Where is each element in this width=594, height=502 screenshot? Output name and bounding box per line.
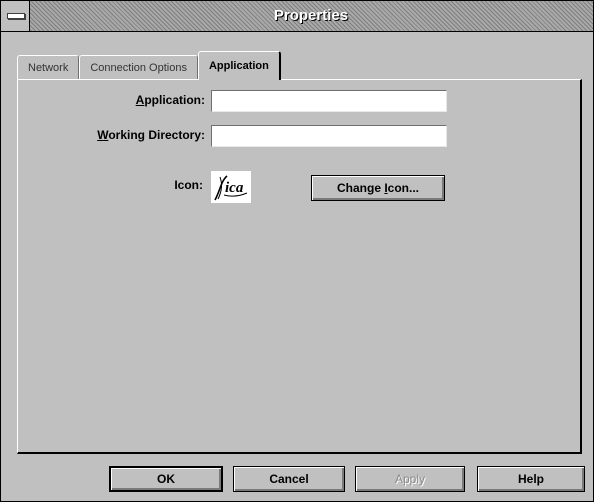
system-menu-button[interactable] [1,1,30,31]
help-button[interactable]: Help [477,466,585,492]
system-menu-icon [7,13,25,19]
title-bar[interactable]: Properties [1,1,593,32]
working-directory-input[interactable] [211,125,447,147]
change-icon-button[interactable]: Change Icon... [311,175,445,201]
window-title: Properties [273,7,349,24]
apply-button[interactable]: Apply [355,466,465,492]
working-directory-label: Working Directory: [97,128,205,142]
icon-label: Icon: [174,178,203,192]
ica-icon-text: ica [225,180,244,196]
cancel-button[interactable]: Cancel [233,466,345,492]
tab-connection-options[interactable]: Connection Options [79,55,198,80]
ok-button[interactable]: OK [109,466,223,492]
properties-dialog: Properties Network Connection Options Ap… [0,0,594,502]
ica-icon: ica [211,171,251,203]
application-label: Application: [135,93,205,107]
tab-network[interactable]: Network [17,55,80,80]
tab-application[interactable]: Application [197,51,281,80]
application-input[interactable] [211,90,447,112]
tab-strip: Network Connection Options Application [17,51,281,80]
